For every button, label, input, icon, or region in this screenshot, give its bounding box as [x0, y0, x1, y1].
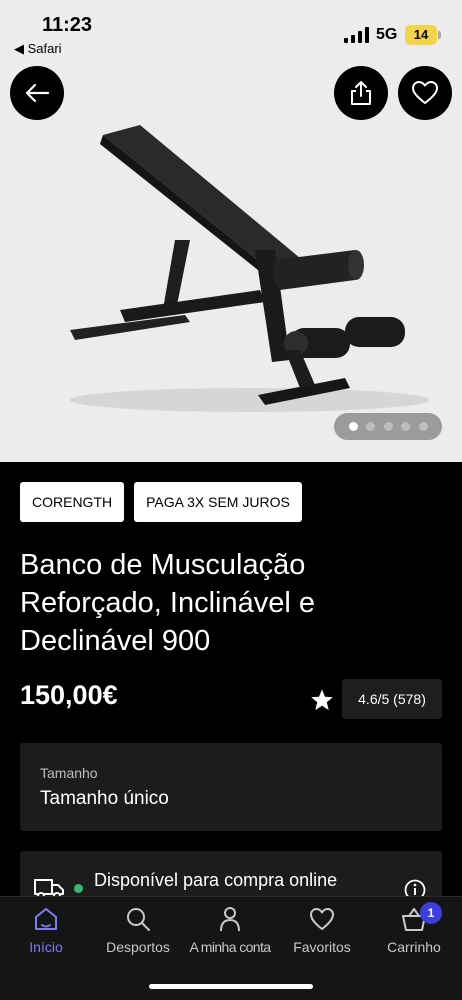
status-time: 11:23 [42, 14, 93, 36]
carousel-dot[interactable] [383, 422, 393, 431]
carousel-indicator[interactable] [334, 413, 442, 440]
back-arrow-icon [25, 83, 50, 103]
tab-label: A minha conta [189, 939, 272, 955]
star-icon [311, 689, 333, 710]
tab-label: Início [29, 939, 63, 955]
signal-icon [344, 27, 369, 43]
back-button[interactable] [10, 66, 64, 120]
tab-desportos[interactable]: Desportos [92, 905, 184, 955]
tab-favoritos[interactable]: Favoritos [276, 905, 368, 955]
favorite-button[interactable] [398, 66, 452, 120]
carousel-dot[interactable] [366, 422, 375, 431]
battery-icon: 14 [405, 25, 437, 45]
user-icon [220, 907, 240, 932]
network-type: 5G [376, 26, 398, 43]
back-to-safari-link[interactable]: ◀ Safari [14, 41, 62, 57]
share-icon [351, 81, 371, 105]
product-badges: CORENGTH PAGA 3X SEM JUROS [20, 482, 302, 522]
brand-badge[interactable]: CORENGTH [20, 482, 125, 522]
carousel-dot[interactable] [348, 422, 358, 431]
cart-count-badge: 1 [420, 902, 442, 924]
tab-label: Desportos [106, 939, 170, 955]
availability-status-dot [74, 884, 83, 893]
tab-carrinho[interactable]: Carrinho [368, 905, 460, 955]
carousel-dot[interactable] [401, 422, 410, 431]
installments-badge: PAGA 3X SEM JUROS [134, 482, 302, 522]
tab-inicio[interactable]: Início [0, 905, 92, 955]
heart-icon [412, 81, 438, 104]
size-label: Tamanho [40, 765, 98, 781]
status-bar: 11:23 ◀ Safari 5G 14 [0, 0, 462, 60]
rating-badge[interactable]: 4.6/5 (578) [342, 679, 442, 719]
size-value: Tamanho único [40, 788, 169, 809]
battery-tip [438, 31, 441, 39]
product-image-gallery[interactable]: 11:23 ◀ Safari 5G 14 [0, 0, 462, 462]
search-icon [127, 908, 150, 931]
product-title: Banco de Musculação Reforçado, Inclináve… [20, 549, 315, 657]
carousel-dot[interactable] [418, 422, 428, 431]
availability-text: Disponível para compra online [94, 870, 338, 890]
home-indicator [149, 984, 313, 989]
tab-a-minha-conta[interactable]: A minha conta [184, 905, 276, 955]
product-image [70, 125, 430, 412]
share-button[interactable] [334, 66, 388, 120]
product-price: 150,00€ [20, 680, 118, 710]
size-selector[interactable]: Tamanho Tamanho único [20, 743, 442, 831]
heart-icon [310, 908, 334, 930]
tab-label: Carrinho [387, 939, 441, 955]
tab-label: Favoritos [293, 939, 351, 955]
home-icon [35, 908, 57, 930]
